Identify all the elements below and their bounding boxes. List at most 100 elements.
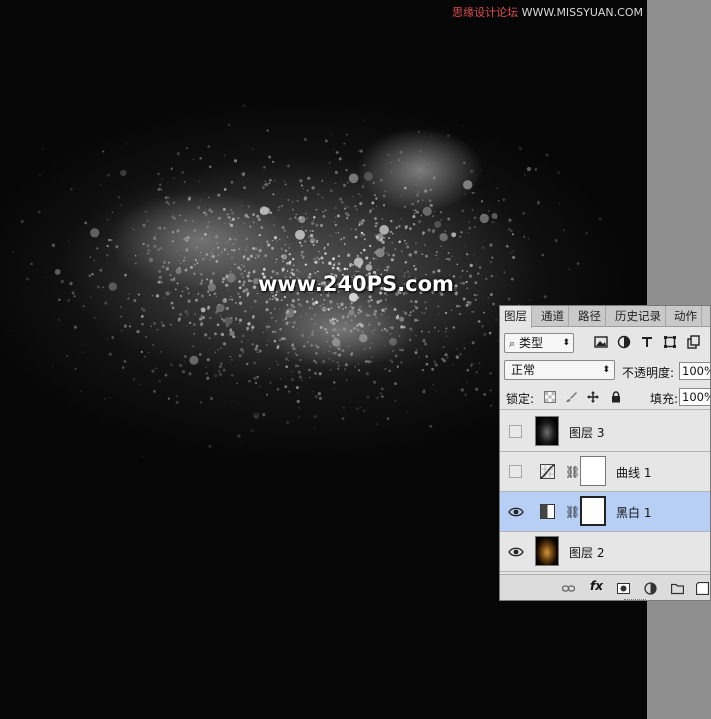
particle [374,251,377,254]
particle [229,329,232,332]
adjustment-filter-icon[interactable] [617,335,631,349]
resize-grip[interactable] [624,599,646,600]
tab-paths[interactable]: 路径 [574,306,606,327]
particle [468,221,470,223]
particle [164,373,168,377]
particle [337,262,341,266]
type-filter-icon[interactable] [640,335,654,349]
particle [404,261,408,264]
new-group-icon[interactable] [671,582,684,595]
particle [183,256,186,259]
particle [362,248,366,252]
particle [246,291,250,295]
particle [492,302,495,306]
particle [368,314,371,317]
particle [424,189,428,193]
particle [471,341,475,345]
particle [480,169,482,171]
tab-channels[interactable]: 通道 [537,306,569,327]
lock-pixels-brush-icon[interactable] [565,391,577,403]
layer-row-black-white-1[interactable]: ⛓ 黑白 1 [500,492,710,532]
particle [440,245,442,248]
new-layer-icon[interactable] [696,582,709,595]
particle [230,249,233,251]
opacity-field[interactable]: 100% [679,362,710,380]
layer-row-curves-1[interactable]: ⛓ 曲线 1 [500,452,710,492]
particle [215,260,219,263]
layer-name[interactable]: 黑白 1 [616,504,651,521]
particle [276,363,279,366]
layer-mask-thumbnail[interactable] [580,456,606,486]
blend-mode-select[interactable]: 正常 ⬍ [504,360,615,380]
particle [224,222,226,225]
particle [277,209,280,211]
particle [184,219,187,222]
particle [467,232,470,234]
fill-field[interactable]: 100% [679,388,710,406]
layer-name[interactable]: 曲线 1 [616,464,651,481]
watermark-text: www.240PS.com [258,272,454,296]
particle [435,390,437,392]
particle [165,200,169,204]
visibility-toggle-off[interactable] [509,425,522,438]
particle [328,350,330,352]
layer-name[interactable]: 图层 3 [569,424,604,441]
particle [365,264,373,271]
particle [249,254,253,258]
eye-icon[interactable] [508,506,524,518]
particle [183,355,187,358]
particle [359,220,362,224]
particle [273,307,276,310]
particle [268,178,272,182]
fx-icon[interactable]: fx [590,579,603,593]
particle [431,367,435,371]
new-adjustment-icon[interactable] [644,582,657,595]
tab-actions[interactable]: 动作 [670,306,702,327]
particle [392,350,394,352]
particle [247,205,250,208]
layer-row-layer-3[interactable]: 图层 3 [500,412,710,452]
layer-row-layer-2[interactable]: 图层 2 [500,532,710,572]
add-mask-icon[interactable] [617,582,630,595]
particle [102,286,104,289]
site-watermark: 思缘设计论坛 WWW.MISSYUAN.COM [452,4,643,20]
particle [269,368,271,370]
particle [303,137,308,142]
lock-position-move-icon[interactable] [587,391,599,403]
particle [337,255,340,258]
filter-kind-select[interactable]: ⌕ 类型 ⬍ [504,333,574,353]
shape-filter-icon[interactable] [663,335,677,349]
blend-mode-value: 正常 [511,363,536,377]
smart-object-filter-icon[interactable] [686,335,700,349]
link-chain-icon[interactable]: ⛓ [565,465,580,479]
particle [292,257,295,261]
particle [390,171,392,173]
layer-mask-thumbnail[interactable] [580,496,606,526]
particle [425,254,428,258]
particle [154,236,156,238]
particle [161,265,165,269]
visibility-toggle-off[interactable] [509,465,522,478]
link-chain-icon[interactable]: ⛓ [565,505,580,519]
particle [289,321,291,323]
particle [359,202,363,206]
particle [242,255,246,259]
layer-name[interactable]: 图层 2 [569,544,604,561]
image-filter-icon[interactable] [594,335,608,349]
particle [188,321,192,325]
tab-history[interactable]: 历史记录 [611,306,666,327]
particle [223,188,227,191]
tab-layers[interactable]: 图层 [500,306,532,328]
particle [359,149,363,153]
particle [315,223,319,227]
lock-transparent-icon[interactable] [544,391,556,403]
lock-all-icon[interactable] [610,391,622,403]
eye-icon[interactable] [508,546,524,558]
particle [343,243,346,245]
particle [432,384,434,386]
link-icon[interactable] [562,582,575,595]
particle [412,223,416,226]
particle [316,256,319,259]
particle [352,326,356,330]
particle [268,326,271,328]
